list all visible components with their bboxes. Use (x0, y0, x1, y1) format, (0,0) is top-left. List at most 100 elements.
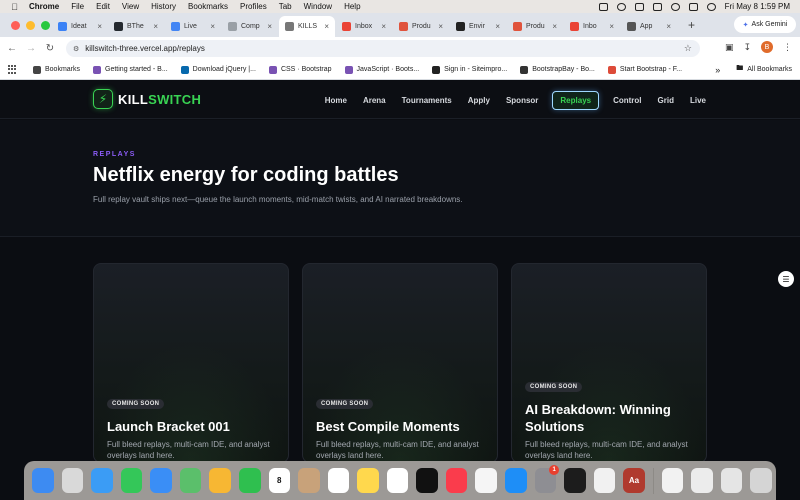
record-icon[interactable] (616, 2, 626, 11)
calendar-icon[interactable]: 8 (268, 468, 291, 493)
replay-card-3[interactable]: COMING SOON AI Breakdown: Winning Soluti… (511, 263, 707, 461)
safari-icon[interactable] (91, 468, 113, 493)
nav-link-sponsor[interactable]: Sponsor (504, 92, 540, 109)
nav-link-replays[interactable]: Replays (552, 91, 600, 110)
search-icon[interactable] (670, 2, 680, 11)
site-info-icon[interactable]: ⚙ (73, 45, 79, 53)
browser-tab[interactable]: App × (621, 16, 677, 36)
close-tab-icon[interactable]: × (552, 22, 557, 31)
forward-arrow-icon[interactable]: → (24, 43, 38, 54)
browser-tab[interactable]: Produ × (393, 16, 449, 36)
nav-link-apply[interactable]: Apply (466, 92, 492, 109)
bookmark-item[interactable]: CSS · Bootstrap (268, 65, 332, 74)
notes-icon[interactable] (357, 468, 379, 493)
news-icon[interactable] (475, 468, 497, 493)
url-text[interactable]: killswitch-three.vercel.app/replays (85, 44, 205, 53)
menu-history[interactable]: History (151, 2, 176, 11)
all-bookmarks-folder[interactable]: 🖿 All Bookmarks (736, 64, 792, 75)
site-logo[interactable]: ⚡ KILLSWITCH (93, 89, 201, 109)
bookmark-item[interactable]: Start Bootstrap - F... (607, 65, 682, 74)
close-tab-icon[interactable]: × (97, 22, 102, 31)
menubar-clock[interactable]: Fri May 8 1:59 PM (725, 2, 790, 11)
trash-icon[interactable] (750, 468, 772, 493)
bookmark-star-icon[interactable]: ☆ (684, 43, 692, 54)
wifi-icon[interactable] (634, 2, 644, 11)
close-tab-icon[interactable]: × (381, 22, 386, 31)
close-tab-icon[interactable]: × (666, 22, 671, 31)
close-tab-icon[interactable]: × (495, 22, 500, 31)
menu-file[interactable]: File (71, 2, 84, 11)
replay-card-1[interactable]: COMING SOON Launch Bracket 001 Full blee… (93, 263, 289, 461)
minimize-window-button[interactable] (26, 21, 35, 30)
nav-link-live[interactable]: Live (688, 92, 708, 109)
battery-icon[interactable] (652, 2, 662, 11)
browser-tab[interactable]: Comp × (222, 16, 278, 36)
menu-view[interactable]: View (122, 2, 139, 11)
browser-tab[interactable]: Inbox × (336, 16, 392, 36)
mail-icon[interactable] (150, 468, 172, 493)
bookmark-item[interactable]: Getting started - B... (93, 65, 168, 74)
messages-icon[interactable] (120, 468, 143, 493)
bookmark-item[interactable]: BootstrapBay - Bo... (520, 65, 595, 74)
nav-link-tournaments[interactable]: Tournaments (400, 92, 454, 109)
profile-avatar[interactable]: B (761, 41, 773, 53)
new-tab-button[interactable]: + (688, 18, 695, 32)
menu-window[interactable]: Window (304, 2, 332, 11)
nav-link-control[interactable]: Control (611, 92, 643, 109)
bookmark-item[interactable]: Bookmarks (33, 65, 80, 74)
bookmark-item[interactable]: Download jQuery |... (180, 65, 256, 74)
floating-menu-button[interactable]: ☰ (778, 271, 794, 287)
screenshot-stack-icon[interactable] (691, 468, 713, 493)
close-tab-icon[interactable]: × (438, 22, 443, 31)
browser-tab[interactable]: KILLS × (279, 16, 335, 37)
close-tab-icon[interactable]: × (324, 22, 329, 31)
app-store-icon[interactable] (505, 468, 527, 493)
menu-profiles[interactable]: Profiles (240, 2, 267, 11)
bookmark-item[interactable]: Sign in - Siteimpro... (432, 65, 507, 74)
more-bookmarks-chevron-icon[interactable]: » (715, 65, 720, 75)
music-icon[interactable] (445, 468, 468, 493)
folder-stack-icon[interactable] (661, 468, 684, 493)
menu-bookmarks[interactable]: Bookmarks (188, 2, 228, 11)
dictionary-icon[interactable]: Aa (623, 468, 645, 493)
nav-link-home[interactable]: Home (323, 92, 349, 109)
menu-app-name[interactable]: Chrome (29, 2, 59, 11)
bookmark-item[interactable]: JavaScript · Boots... (344, 65, 419, 74)
cursor-icon[interactable] (564, 468, 586, 493)
reminders-icon[interactable] (327, 468, 350, 493)
downloads-stack-icon[interactable] (720, 468, 743, 493)
browser-tab[interactable]: Inbo × (564, 16, 620, 36)
address-bar[interactable]: ⚙ killswitch-three.vercel.app/replays ☆ (66, 40, 700, 57)
menu-edit[interactable]: Edit (96, 2, 110, 11)
nav-link-grid[interactable]: Grid (656, 92, 676, 109)
freeform-icon[interactable] (386, 468, 409, 493)
browser-tab[interactable]: Produ × (507, 16, 563, 36)
replay-card-2[interactable]: COMING SOON Best Compile Moments Full bl… (302, 263, 498, 461)
browser-tab[interactable]: Envir × (450, 16, 506, 36)
browser-tab[interactable]: Live × (165, 16, 221, 36)
zoom-window-button[interactable] (41, 21, 50, 30)
close-tab-icon[interactable]: × (153, 22, 158, 31)
close-window-button[interactable] (11, 21, 20, 30)
maps-icon[interactable] (179, 468, 202, 493)
tab-search-icon[interactable]: ▣ (725, 42, 734, 53)
downloads-icon[interactable]: ↧ (743, 42, 751, 53)
facetime-icon[interactable] (238, 468, 261, 493)
reload-icon[interactable]: ↻ (43, 43, 57, 54)
back-arrow-icon[interactable]: ← (5, 43, 19, 54)
siri-icon[interactable] (706, 2, 716, 11)
chrome-icon[interactable] (593, 468, 616, 493)
more-menu-icon[interactable]: ⋮ (783, 42, 792, 53)
close-tab-icon[interactable]: × (210, 22, 215, 31)
ask-gemini-button[interactable]: ✦ Ask Gemini (734, 16, 796, 33)
apps-grid-icon[interactable] (8, 65, 17, 74)
browser-tab[interactable]: BThe × (108, 16, 164, 36)
close-tab-icon[interactable]: × (267, 22, 272, 31)
system-settings-icon[interactable]: 1 (534, 465, 560, 493)
launchpad-icon[interactable] (61, 468, 84, 493)
close-tab-icon[interactable]: × (609, 22, 614, 31)
control-center-icon[interactable] (688, 2, 698, 11)
cursor-status-icon[interactable] (598, 2, 608, 11)
browser-tab[interactable]: Ideat × (52, 16, 108, 36)
tv-icon[interactable] (416, 468, 438, 493)
